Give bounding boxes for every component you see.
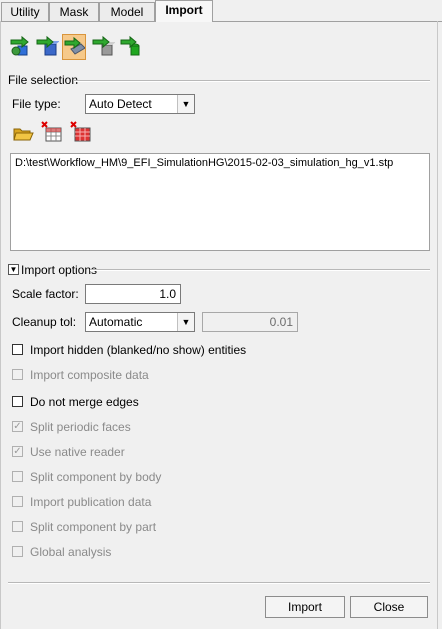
checkbox [12, 369, 23, 380]
option-label: Split periodic faces [30, 420, 131, 434]
section-divider [90, 269, 430, 271]
cleanup-tol-mode: Automatic [89, 315, 143, 329]
cleanup-tol-select[interactable]: Automatic ▼ [85, 312, 195, 332]
file-type-select[interactable]: Auto Detect ▼ [85, 94, 195, 114]
file-path-list[interactable]: D:\test\Workflow_HM\9_EFI_SimulationHG\2… [10, 153, 430, 251]
tab-divider [0, 21, 442, 22]
file-type-value: Auto Detect [89, 97, 152, 111]
scale-factor-label: Scale factor: [12, 287, 79, 301]
chevron-down-icon: ▼ [9, 265, 18, 274]
option-label: Split component by body [30, 470, 162, 484]
tab-mask[interactable]: Mask [49, 2, 99, 21]
option-label: Global analysis [30, 545, 112, 559]
option-label: Do not merge edges [30, 395, 139, 409]
checkbox: ✓ [12, 421, 23, 432]
tab-bar: Utility Mask Model Import [0, 0, 442, 22]
import-solver-deck-icon [64, 36, 86, 55]
option-label: Import composite data [30, 368, 149, 382]
open-folder-icon [13, 128, 34, 141]
panel-border [0, 21, 1, 629]
tab-import[interactable]: Import [155, 0, 213, 22]
tab-utility[interactable]: Utility [1, 2, 49, 21]
close-button[interactable]: Close [350, 596, 428, 618]
checkbox [12, 546, 23, 557]
import-geometry-icon [36, 35, 60, 56]
cleanup-tol-label: Cleanup tol: [12, 315, 77, 329]
option-label: Use native reader [30, 445, 125, 459]
remove-selected-button[interactable] [41, 121, 63, 143]
checkbox: ✓ [12, 446, 23, 457]
option-label: Import publication data [30, 495, 152, 509]
section-divider [74, 80, 430, 82]
scale-factor-input[interactable]: 1.0 [85, 284, 181, 304]
import-fe-overlay-button[interactable] [91, 34, 116, 60]
tab-model[interactable]: Model [99, 2, 155, 21]
import-model-icon [10, 35, 29, 56]
import-button[interactable]: Import [265, 596, 345, 618]
remove-all-icon [70, 121, 91, 142]
remove-selected-icon [41, 121, 62, 142]
import-fe-overlay-icon [92, 35, 116, 56]
chevron-down-icon: ▼ [177, 95, 194, 113]
import-geometry-button[interactable] [35, 34, 60, 60]
checkbox [12, 521, 23, 532]
file-type-label: File type: [12, 97, 61, 111]
remove-all-button[interactable] [70, 121, 92, 143]
checkbox [12, 496, 23, 507]
import-options-title: Import options [21, 263, 98, 277]
import-connectors-button[interactable] [119, 34, 143, 60]
option-label: Split component by part [30, 520, 157, 534]
file-path-item[interactable]: D:\test\Workflow_HM\9_EFI_SimulationHG\2… [15, 157, 425, 169]
cleanup-tol-input[interactable]: 0.01 [202, 312, 298, 332]
chevron-down-icon: ▼ [177, 313, 194, 331]
import-connectors-icon [120, 35, 140, 56]
checkbox[interactable] [12, 344, 23, 355]
option-label: Import hidden (blanked/no show) entities [30, 343, 247, 357]
panel-border [437, 21, 438, 629]
checkbox[interactable] [12, 396, 23, 407]
import-solver-deck-button[interactable] [62, 34, 86, 60]
footer-divider [8, 582, 430, 584]
collapse-toggle[interactable]: ▼ [8, 264, 19, 275]
open-file-button[interactable] [12, 123, 34, 143]
import-model-button[interactable] [8, 34, 32, 60]
checkbox [12, 471, 23, 482]
file-selection-title: File selection [8, 73, 79, 87]
